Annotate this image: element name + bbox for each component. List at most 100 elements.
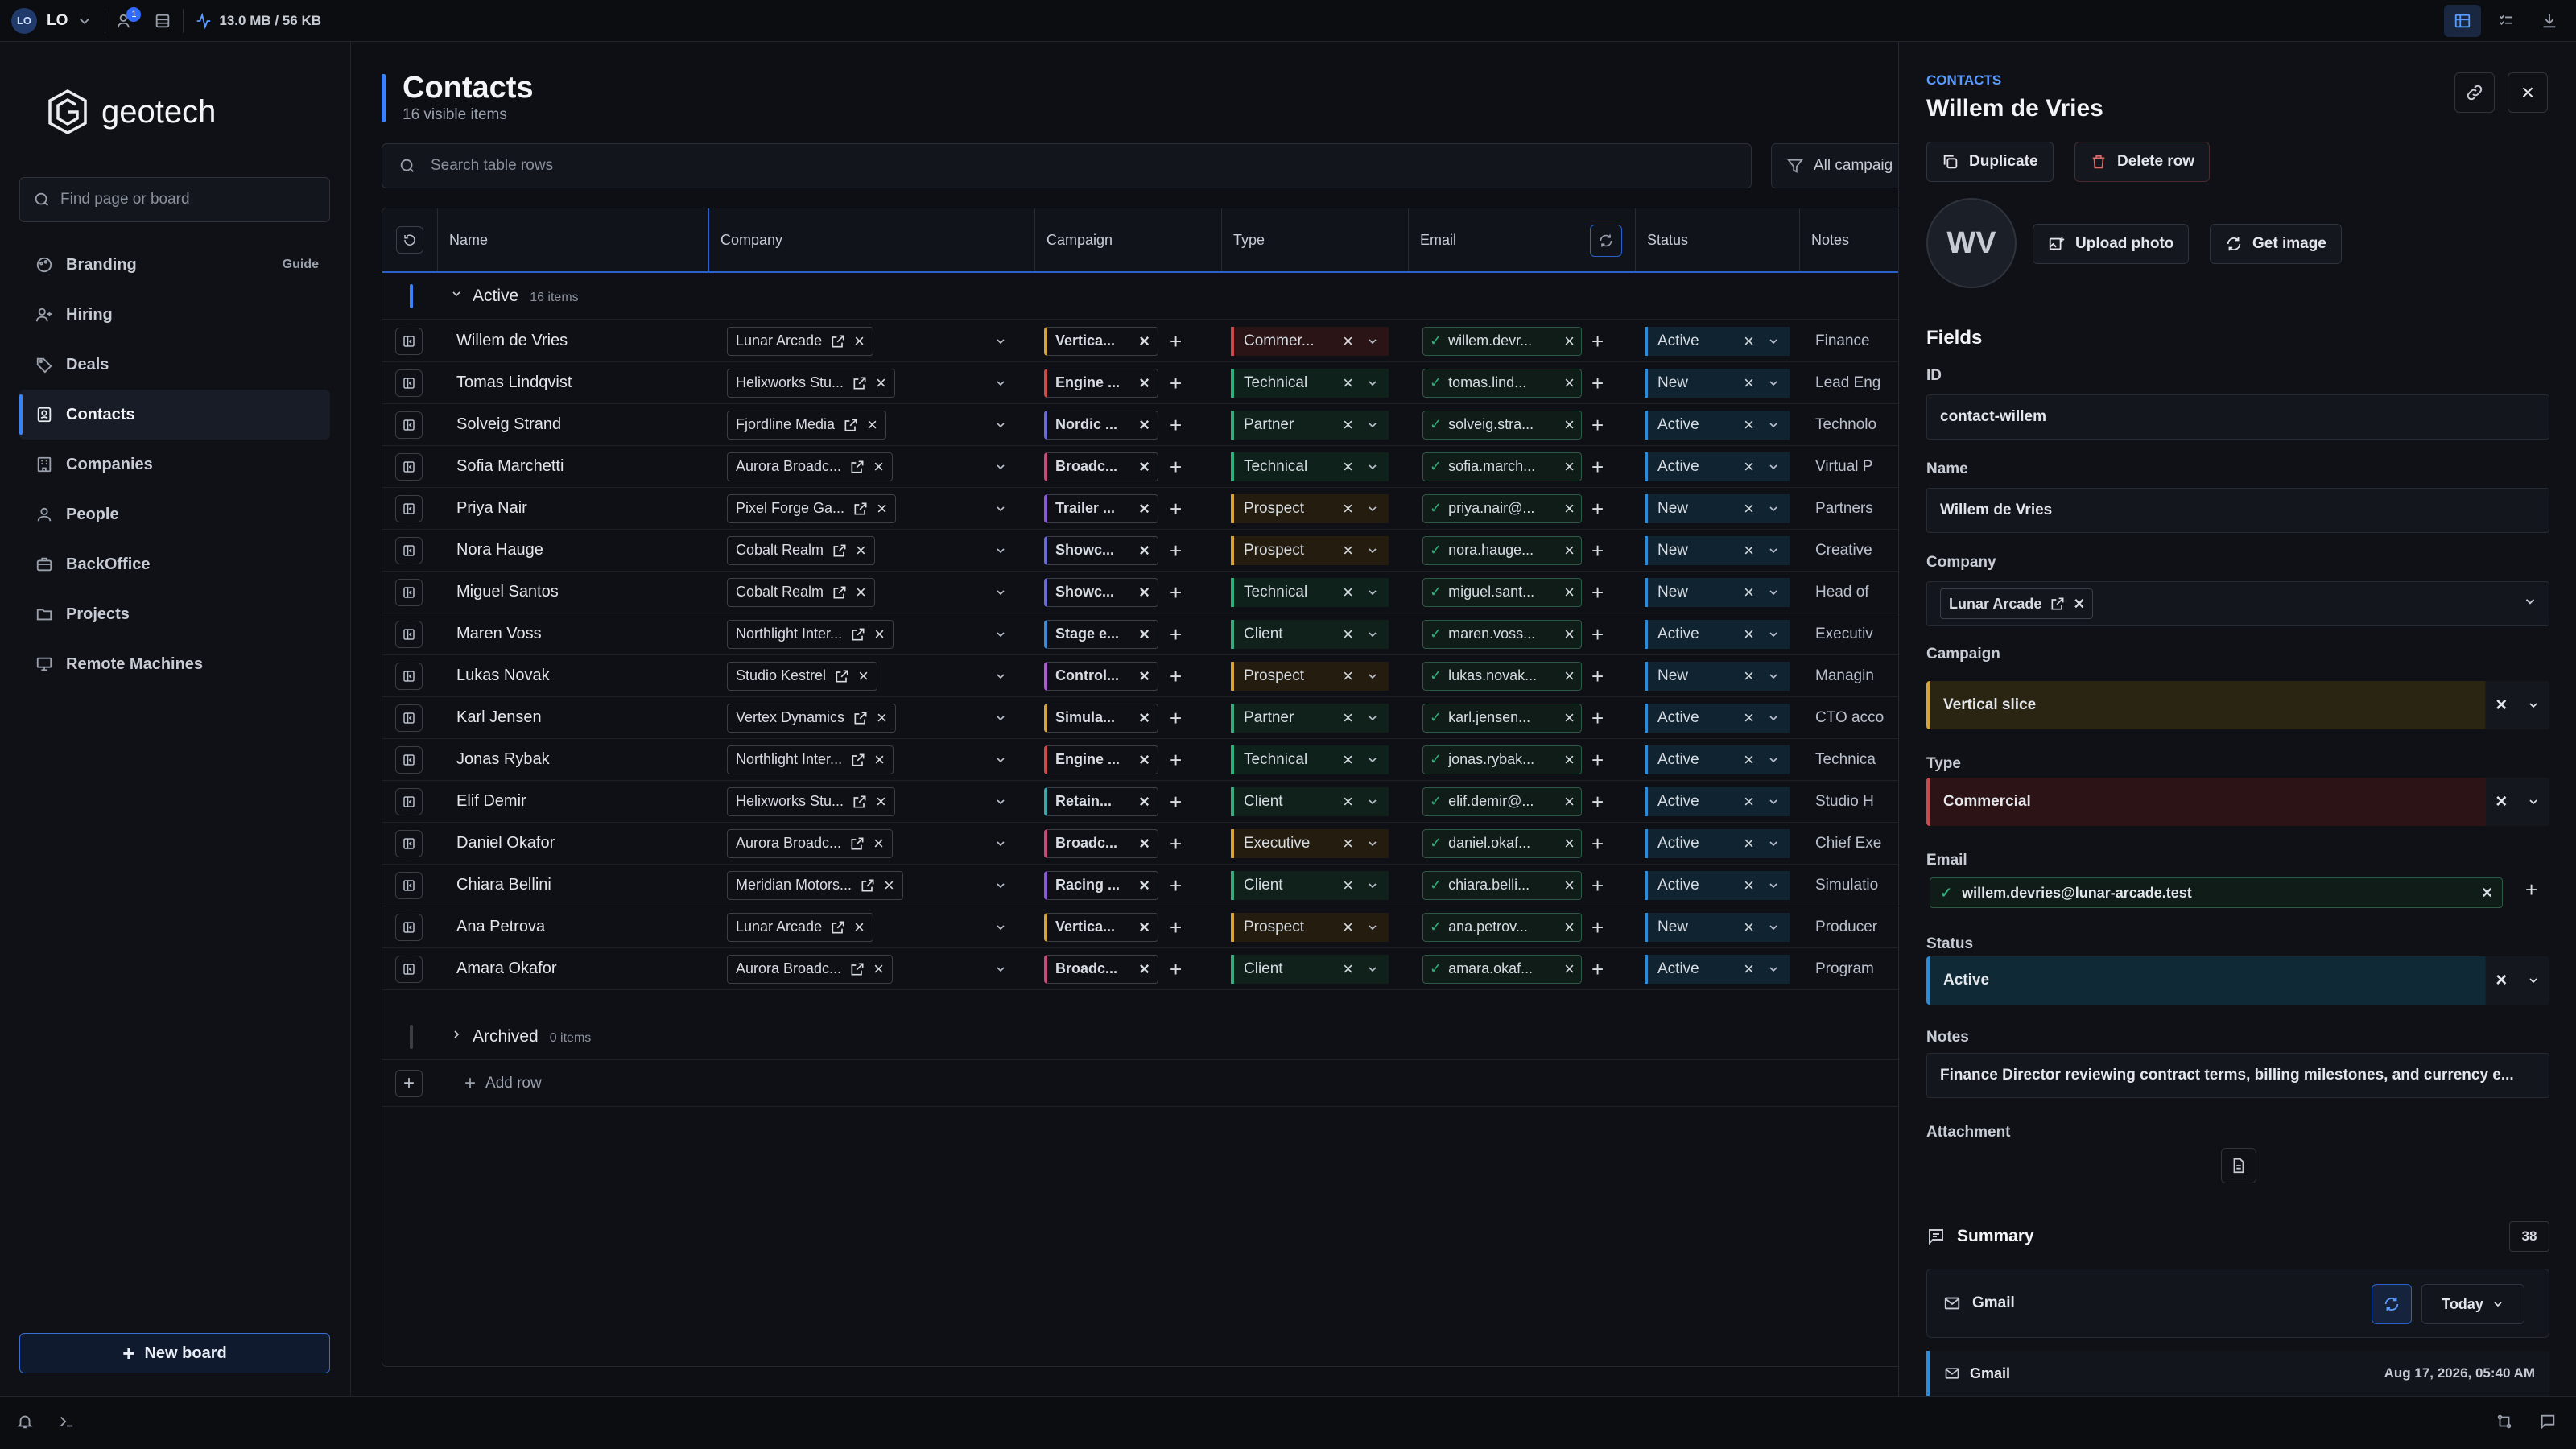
chevron-down-icon[interactable] [994,947,1007,990]
table-row[interactable]: Karl Jensen Vertex Dynamics × Simula... × + Pa… [382,696,1910,739]
external-link-icon[interactable] [849,836,865,852]
email-chip[interactable]: ✓ amara.okaf... × [1422,954,1582,984]
email-chip[interactable]: ✓ priya.nair@... × [1422,493,1582,523]
group-header-active[interactable]: Active 16 items [382,273,1910,320]
campaign-cell[interactable]: Stage e... × + [1044,613,1182,655]
add-campaign-icon[interactable]: + [1170,582,1182,603]
clear-icon[interactable]: × [1343,792,1353,811]
bell-icon[interactable] [16,1413,34,1430]
add-email-icon[interactable]: + [1591,456,1604,477]
notes-cell[interactable]: Executiv [1815,613,1910,655]
clear-icon[interactable]: × [2485,778,2549,826]
type-cell[interactable]: Client × [1231,864,1389,906]
open-record-icon[interactable] [395,956,423,983]
chevron-down-icon[interactable] [994,445,1007,488]
remove-icon[interactable]: × [1564,415,1575,434]
notes-cell[interactable]: Technica [1815,738,1910,781]
add-email-icon[interactable]: + [1591,498,1604,519]
clear-icon[interactable]: × [1744,332,1754,350]
external-link-icon[interactable] [852,710,869,726]
campaign-cell[interactable]: Broadc... × + [1044,445,1182,488]
company-chip[interactable]: Northlight Inter... × [727,745,894,774]
status-select[interactable]: New × [1645,493,1790,523]
chevron-down-icon[interactable] [1767,837,1780,850]
remove-icon[interactable]: × [1564,541,1575,559]
company-cell[interactable]: Cobalt Realm × [727,529,875,572]
add-campaign-icon[interactable]: + [1170,456,1182,477]
campaign-cell[interactable]: Control... × + [1044,654,1182,697]
email-cell[interactable]: ✓ willem.devr... × + [1422,320,1604,362]
chevron-down-icon[interactable] [994,654,1007,697]
status-cell[interactable]: New × [1645,571,1790,613]
sidebar-item-remote-machines[interactable]: Remote Machines [19,639,330,689]
remove-icon[interactable]: × [1564,876,1575,894]
remove-icon[interactable]: × [2482,884,2492,902]
company-cell[interactable]: Aurora Broadc... × [727,822,893,865]
add-campaign-icon[interactable]: + [1170,666,1182,687]
chevron-down-icon[interactable] [994,361,1007,404]
remove-icon[interactable]: × [1564,708,1575,727]
external-link-icon[interactable] [843,417,859,433]
group-header-archived[interactable]: Archived 0 items [382,1013,1910,1060]
status-select[interactable]: Active × [1645,870,1790,900]
chevron-down-icon[interactable] [994,571,1007,613]
type-cell[interactable]: Partner × [1231,403,1389,446]
campaign-chip[interactable]: Vertica... × [1044,912,1158,942]
remove-icon[interactable]: × [1564,792,1575,811]
email-cell[interactable]: ✓ tomas.lind... × + [1422,361,1604,404]
campaign-chip[interactable]: Showc... × [1044,535,1158,565]
campaign-cell[interactable]: Broadc... × + [1044,822,1182,865]
type-select[interactable]: Prospect × [1231,535,1389,565]
email-chip[interactable]: ✓ maren.voss... × [1422,619,1582,649]
remove-icon[interactable]: × [1139,374,1150,392]
chevron-down-icon[interactable] [994,780,1007,823]
add-campaign-icon[interactable]: + [1170,708,1182,729]
add-email-icon[interactable]: + [1591,666,1604,687]
external-link-icon[interactable] [830,919,846,935]
add-email-icon[interactable]: + [1591,833,1604,854]
type-cell[interactable]: Technical × [1231,361,1389,404]
email-cell[interactable]: ✓ priya.nair@... × + [1422,487,1604,530]
company-cell[interactable]: Lunar Arcade × [727,320,873,362]
add-email-icon[interactable]: + [1591,875,1604,896]
chevron-down-icon[interactable] [1366,753,1379,766]
remove-icon[interactable]: × [884,876,894,894]
add-email-icon[interactable]: + [1591,749,1604,770]
remove-icon[interactable]: × [1564,918,1575,936]
type-cell[interactable]: Prospect × [1231,654,1389,697]
chevron-down-icon[interactable] [994,738,1007,781]
sidebar-item-hiring[interactable]: Hiring [19,290,330,340]
remove-icon[interactable]: × [1564,834,1575,852]
remove-icon[interactable]: × [1564,625,1575,643]
column-header-campaign[interactable]: Campaign [1034,208,1221,271]
status-cell[interactable]: Active × [1645,403,1790,446]
chevron-right-icon[interactable] [450,1027,463,1046]
name-cell[interactable]: Nora Hauge [456,529,543,572]
add-email-icon[interactable]: + [1591,791,1604,812]
remove-icon[interactable]: × [1564,750,1575,769]
remove-icon[interactable]: × [854,332,865,350]
contact-avatar[interactable]: WV [1926,198,2017,288]
email-chip[interactable]: ✓ nora.hauge... × [1422,535,1582,565]
clear-icon[interactable]: × [2485,681,2549,729]
user-avatar[interactable]: LO [11,7,37,34]
clear-icon[interactable]: × [1343,625,1353,643]
clear-icon[interactable]: × [1343,667,1353,685]
chevron-down-icon[interactable] [1767,670,1780,683]
chevron-down-icon[interactable] [1366,712,1379,724]
name-cell[interactable]: Jonas Rybak [456,738,550,781]
chevron-down-icon[interactable] [1366,670,1379,683]
company-chip[interactable]: Aurora Broadc... × [727,828,893,858]
type-select[interactable]: Client × [1231,786,1389,816]
open-record-icon[interactable] [395,369,423,397]
clear-icon[interactable]: × [1343,583,1353,601]
company-cell[interactable]: Studio Kestrel × [727,654,877,697]
remove-icon[interactable]: × [1139,457,1150,476]
open-record-icon[interactable] [395,328,423,355]
column-header-type[interactable]: Type [1221,208,1408,271]
remove-icon[interactable]: × [1139,499,1150,518]
email-chip[interactable]: ✓ lukas.novak... × [1422,661,1582,691]
clear-icon[interactable]: × [1343,918,1353,936]
chevron-down-icon[interactable] [1767,921,1780,934]
add-email-icon[interactable]: + [1591,708,1604,729]
